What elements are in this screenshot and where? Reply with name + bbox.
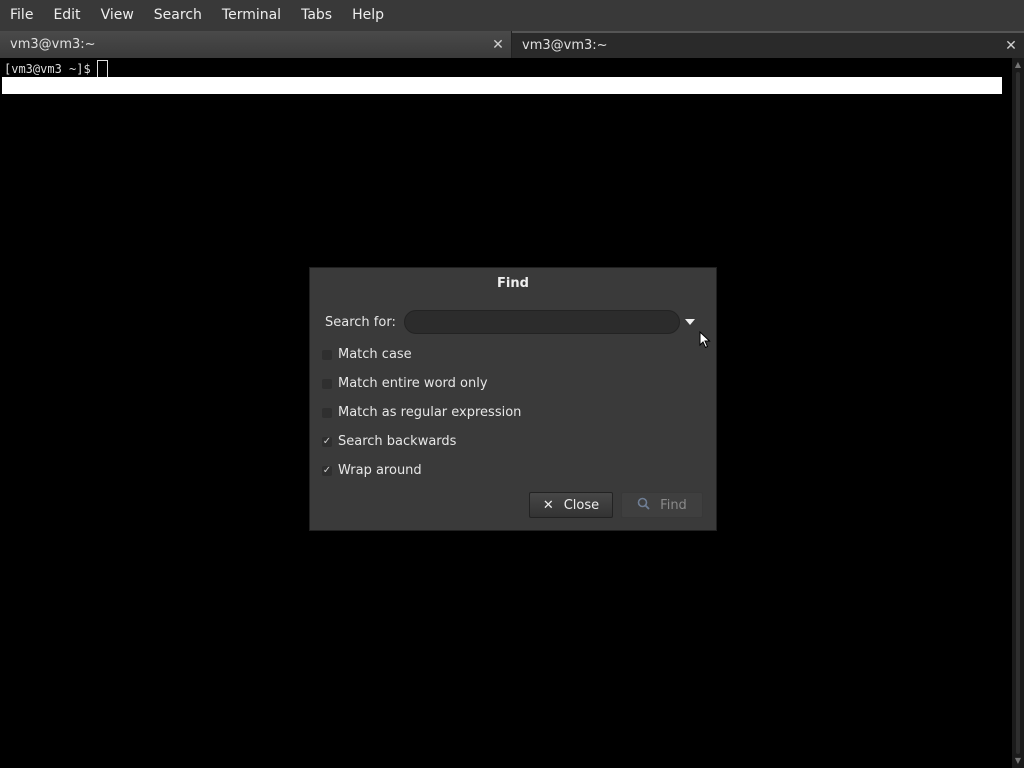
close-icon[interactable]: ✕ [1004, 39, 1018, 53]
option-wrap-around[interactable]: ✓ Wrap around [322, 463, 422, 478]
checkbox-match-case[interactable] [322, 349, 332, 360]
find-button-label: Find [660, 497, 687, 513]
label-regex: Match as regular expression [338, 405, 522, 420]
find-dialog: Find Search for: Match case Match entire… [309, 267, 717, 531]
menu-tabs[interactable]: Tabs [291, 0, 342, 31]
option-match-case[interactable]: Match case [322, 347, 412, 362]
tab-bar: vm3@vm3:~ ✕ vm3@vm3:~ ✕ [0, 31, 1024, 58]
checkbox-wrap-around[interactable]: ✓ [322, 465, 332, 476]
label-match-case: Match case [338, 347, 412, 362]
find-button[interactable]: Find [621, 492, 703, 518]
menu-help[interactable]: Help [342, 0, 394, 31]
label-match-entire-word: Match entire word only [338, 376, 488, 391]
menu-edit[interactable]: Edit [43, 0, 90, 31]
close-icon[interactable]: ✕ [491, 38, 505, 52]
tab-1-label: vm3@vm3:~ [10, 37, 96, 52]
label-search-backwards: Search backwards [338, 434, 457, 449]
tab-1[interactable]: vm3@vm3:~ ✕ [0, 31, 512, 58]
search-icon [637, 497, 650, 514]
tab-2-label: vm3@vm3:~ [522, 38, 608, 53]
text-cursor [96, 60, 108, 78]
close-button[interactable]: ✕ Close [529, 492, 613, 518]
search-highlight-bar [2, 77, 1002, 94]
menu-view[interactable]: View [91, 0, 144, 31]
dropdown-arrow-icon[interactable] [682, 314, 698, 330]
dialog-title: Find [497, 276, 529, 291]
close-button-label: Close [563, 497, 600, 513]
menu-file[interactable]: File [0, 0, 43, 31]
option-search-backwards[interactable]: ✓ Search backwards [322, 434, 456, 449]
checkbox-search-backwards[interactable]: ✓ [322, 436, 332, 447]
prompt-line: [vm3@vm3 ~]$ [4, 60, 108, 78]
mouse-pointer-icon [699, 331, 711, 349]
search-label: Search for: [325, 315, 396, 330]
vertical-scrollbar[interactable]: ▲ ▼ [1012, 58, 1024, 768]
label-wrap-around: Wrap around [338, 463, 422, 478]
checkbox-regex[interactable] [322, 407, 332, 418]
menubar: File Edit View Search Terminal Tabs Help [0, 0, 1024, 31]
scroll-up-icon[interactable]: ▲ [1014, 60, 1022, 70]
scroll-down-icon[interactable]: ▼ [1014, 756, 1022, 766]
menu-terminal[interactable]: Terminal [212, 0, 291, 31]
option-match-entire-word[interactable]: Match entire word only [322, 376, 488, 391]
prompt-text: [vm3@vm3 ~]$ [4, 62, 91, 76]
checkbox-match-entire-word[interactable] [322, 378, 332, 389]
close-icon: ✕ [542, 497, 554, 513]
menu-search[interactable]: Search [144, 0, 212, 31]
option-regex[interactable]: Match as regular expression [322, 405, 521, 420]
tab-2[interactable]: vm3@vm3:~ ✕ [512, 31, 1024, 58]
scroll-track[interactable] [1016, 72, 1020, 754]
search-input[interactable] [404, 310, 680, 334]
